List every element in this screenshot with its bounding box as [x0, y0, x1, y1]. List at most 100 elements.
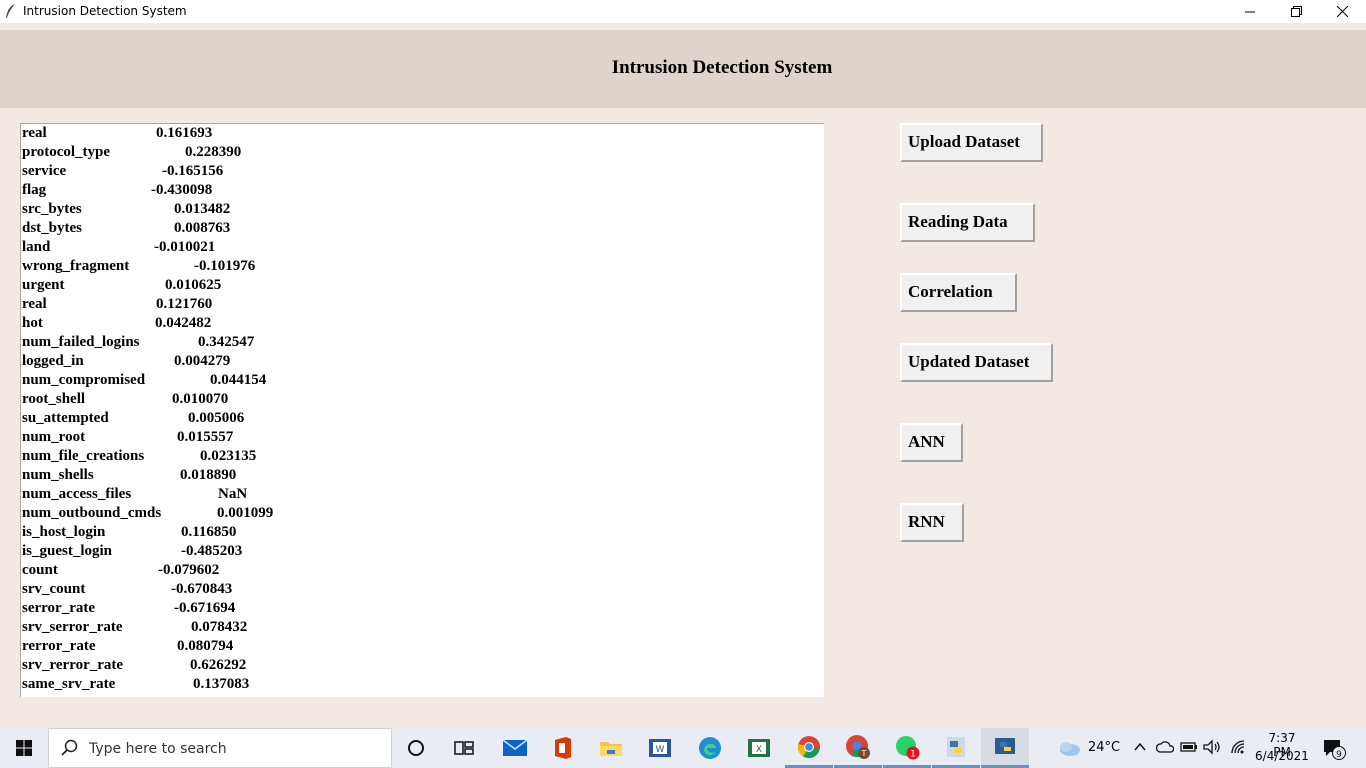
weather-temp[interactable]: 24°C	[1088, 740, 1120, 755]
search-icon	[61, 739, 78, 756]
edge-icon	[699, 737, 721, 759]
start-button[interactable]	[0, 728, 48, 768]
taskbar-excel[interactable]: X	[735, 728, 783, 768]
page-title: Intrusion Detection System	[611, 57, 833, 78]
correlation-value: NaN	[218, 486, 248, 502]
rnn-button[interactable]: RNN	[900, 503, 964, 542]
taskbar-python-idle[interactable]	[932, 728, 980, 768]
correlation-value: -0.079602	[158, 562, 220, 578]
folder-icon	[600, 742, 622, 756]
volume-icon[interactable]	[1202, 739, 1222, 755]
svg-text:X: X	[756, 745, 762, 755]
correlation-value: 0.228390	[185, 144, 242, 160]
correlation-value: -0.670843	[171, 581, 233, 597]
correlation-value: 0.137083	[193, 676, 250, 692]
correlation-value: 0.010625	[165, 277, 222, 293]
taskbar-chrome-1[interactable]	[785, 728, 833, 768]
taskbar-word[interactable]: W	[636, 728, 684, 768]
taskbar-mail[interactable]	[491, 728, 539, 768]
chrome-profile-icon: T	[846, 734, 870, 759]
battery-icon[interactable]	[1180, 741, 1198, 753]
correlation-button[interactable]: Correlation	[900, 273, 1017, 312]
notification-icon[interactable]: 9	[1322, 738, 1348, 760]
correlation-value: 0.626292	[190, 657, 247, 673]
wifi-icon[interactable]	[1230, 739, 1248, 755]
task-view-button[interactable]	[440, 728, 488, 768]
correlation-value: 0.161693	[156, 125, 213, 141]
feature-name: urgent	[22, 277, 65, 293]
notification-count: 9	[1336, 750, 1342, 760]
correlation-value: 0.004279	[174, 353, 231, 369]
feature-name: num_access_files	[22, 486, 132, 502]
correlation-value: 0.015557	[177, 429, 234, 445]
correlation-value: 0.005006	[188, 410, 245, 426]
python-icon	[947, 736, 965, 757]
output-textbox[interactable]: real 0.161693 protocol_type 0.228390 service…	[20, 123, 824, 697]
feature-name: root_shell	[22, 391, 86, 407]
correlation-value: 0.010070	[172, 391, 229, 407]
feature-name: srv_rerror_rate	[22, 657, 124, 673]
feature-name: src_bytes	[22, 201, 82, 217]
feature-name: serror_rate	[22, 600, 96, 616]
feature-name: wrong_fragment	[22, 258, 130, 274]
correlation-value: 0.044154	[210, 372, 267, 388]
feature-name: dst_bytes	[22, 220, 83, 236]
windows-icon	[16, 740, 32, 756]
taskbar-edge[interactable]	[686, 728, 734, 768]
feature-name: is_host_login	[22, 524, 106, 540]
correlation-value: 0.023135	[200, 448, 257, 464]
word-icon: W	[649, 739, 671, 757]
feature-name: flag	[22, 182, 47, 198]
upload-dataset-button[interactable]: Upload Dataset	[900, 123, 1043, 162]
taskbar-office[interactable]	[539, 728, 587, 768]
taskbar: Type here to search W X T 1 24°C 7:37 PM…	[0, 728, 1366, 768]
correlation-value: -0.430098	[151, 182, 213, 198]
correlation-value: 0.018890	[180, 467, 237, 483]
correlation-value: -0.101976	[194, 258, 256, 274]
taskbar-chrome-2[interactable]: T	[834, 728, 882, 768]
taskbar-search[interactable]: Type here to search	[48, 728, 392, 768]
correlation-value: -0.010021	[154, 239, 216, 255]
ann-button[interactable]: ANN	[900, 423, 963, 462]
excel-icon: X	[748, 739, 770, 757]
whatsapp-icon: 1	[896, 735, 920, 759]
feather-icon	[6, 4, 15, 18]
chrome-icon	[797, 735, 820, 758]
taskbar-file-explorer[interactable]	[587, 728, 635, 768]
feature-name: num_file_creations	[22, 448, 145, 464]
feature-name: srv_serror_rate	[22, 619, 123, 635]
restore-button[interactable]	[1273, 0, 1319, 23]
correlation-value: 0.008763	[174, 220, 231, 236]
feature-name: num_compromised	[22, 372, 146, 388]
clock-date[interactable]: 6/4/2021	[1254, 749, 1310, 763]
feature-name: count	[22, 562, 58, 578]
correlation-value: 0.013482	[174, 201, 231, 217]
feature-name: land	[22, 239, 51, 255]
svg-text:T: T	[861, 749, 867, 758]
task-view-icon	[454, 741, 474, 755]
updated-dataset-button[interactable]: Updated Dataset	[900, 343, 1053, 382]
reading-data-button[interactable]: Reading Data	[900, 203, 1035, 242]
correlation-value: 0.116850	[181, 524, 237, 540]
feature-name: service	[22, 163, 67, 179]
chevron-up-icon[interactable]	[1134, 742, 1146, 752]
correlation-value: 0.342547	[198, 334, 255, 350]
close-button[interactable]	[1319, 0, 1365, 23]
taskbar-whatsapp[interactable]: 1	[883, 728, 931, 768]
feature-name: num_shells	[22, 467, 94, 483]
svg-text:W: W	[656, 745, 665, 755]
cortana-icon	[408, 740, 424, 756]
feature-name: num_failed_logins	[22, 334, 140, 350]
onedrive-icon[interactable]	[1156, 741, 1174, 753]
minimize-button[interactable]	[1227, 0, 1273, 23]
feature-name: is_guest_login	[22, 543, 113, 559]
feature-name: num_outbound_cmds	[22, 505, 162, 521]
weather-icon[interactable]	[1056, 738, 1082, 758]
app-window: Intrusion Detection System real 0.161693 p…	[0, 23, 1366, 728]
taskbar-python-app[interactable]	[981, 728, 1029, 768]
cortana-button[interactable]	[392, 728, 440, 768]
correlation-value: 0.121760	[156, 296, 213, 312]
feature-name: same_srv_rate	[22, 676, 116, 692]
whatsapp-badge: 1	[910, 749, 916, 759]
correlation-value: 0.078432	[191, 619, 248, 635]
